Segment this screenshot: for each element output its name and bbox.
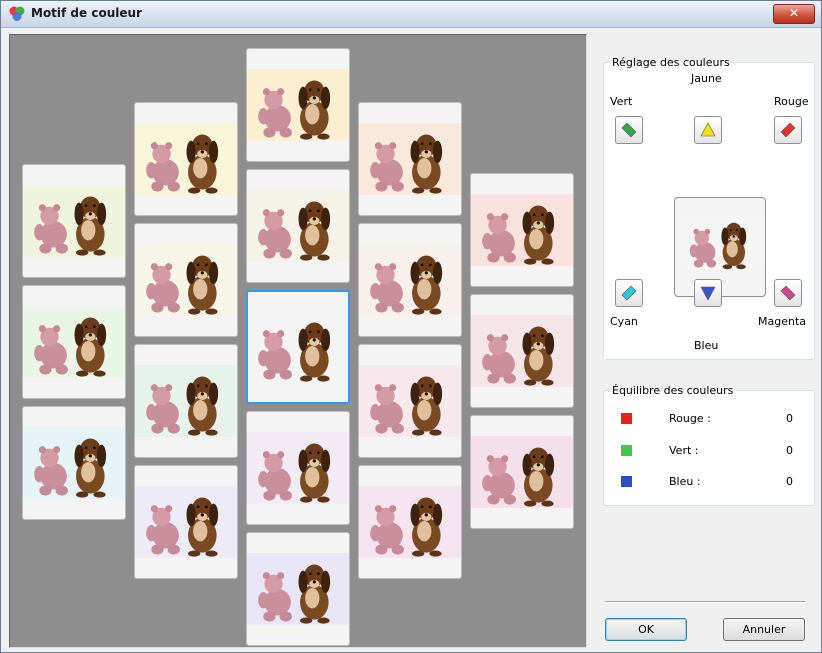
- green-tone-icon: [621, 122, 637, 138]
- pattern-thumbnail[interactable]: [134, 465, 238, 579]
- add-green-button[interactable]: [615, 116, 643, 144]
- pattern-thumbnail[interactable]: [470, 294, 574, 408]
- cyan-tone-icon: [621, 285, 637, 301]
- pattern-thumbnail[interactable]: [470, 415, 574, 529]
- label-magenta: Magenta: [758, 315, 807, 328]
- pattern-photo: [471, 436, 573, 508]
- pattern-photo: [23, 306, 125, 378]
- pattern-thumbnail[interactable]: [358, 344, 462, 458]
- pattern-thumbnail[interactable]: [358, 465, 462, 579]
- pattern-photo: [247, 553, 349, 625]
- balance-value-green: 0: [786, 444, 793, 457]
- pattern-thumbnail[interactable]: [246, 532, 350, 646]
- pattern-thumbnail[interactable]: [22, 406, 126, 520]
- color-adjust-legend: Réglage des couleurs: [612, 56, 730, 69]
- label-blue: Bleu: [694, 339, 719, 352]
- red-swatch: [621, 413, 632, 424]
- pattern-photo: [135, 123, 237, 195]
- pattern-photo: [247, 432, 349, 504]
- blue-tone-icon: [700, 286, 716, 301]
- pattern-grid: [9, 34, 587, 648]
- close-button[interactable]: ✕: [773, 4, 815, 24]
- balance-label-red: Rouge :: [669, 412, 711, 425]
- magenta-tone-icon: [780, 285, 796, 301]
- label-red: Rouge: [774, 95, 809, 108]
- pattern-photo: [359, 365, 461, 437]
- pattern-thumbnail[interactable]: [22, 164, 126, 278]
- pattern-photo: [23, 427, 125, 499]
- pattern-thumbnail[interactable]: [134, 344, 238, 458]
- button-separator: [605, 601, 805, 603]
- pattern-photo: [135, 486, 237, 558]
- pattern-photo: [247, 69, 349, 141]
- pattern-thumbnail[interactable]: [246, 169, 350, 283]
- pattern-thumbnail[interactable]: [134, 223, 238, 337]
- cancel-button[interactable]: Annuler: [723, 618, 805, 641]
- pattern-thumbnail[interactable]: [134, 102, 238, 216]
- label-cyan: Cyan: [610, 315, 638, 328]
- title-bar: Motif de couleur ✕: [1, 1, 821, 28]
- color-adjust-group: Réglage des couleurs Jaune Vert Rouge Cy…: [603, 56, 815, 360]
- red-tone-icon: [780, 122, 796, 138]
- pattern-photo: [359, 123, 461, 195]
- balance-label-green: Vert :: [669, 444, 699, 457]
- color-pattern-dialog: Motif de couleur ✕ Réglage des couleurs …: [0, 0, 822, 653]
- close-icon: ✕: [788, 6, 800, 20]
- add-red-button[interactable]: [774, 116, 802, 144]
- pattern-photo: [471, 194, 573, 266]
- pattern-thumbnail[interactable]: [470, 173, 574, 287]
- label-green: Vert: [610, 95, 633, 108]
- pattern-photo: [359, 486, 461, 558]
- ok-button[interactable]: OK: [605, 618, 687, 641]
- pattern-thumbnail[interactable]: [22, 285, 126, 399]
- color-balance-legend: Équilibre des couleurs: [612, 384, 734, 397]
- balance-label-blue: Bleu :: [669, 475, 701, 488]
- pattern-thumbnail[interactable]: [246, 48, 350, 162]
- pattern-photo: [247, 190, 349, 262]
- add-magenta-button[interactable]: [774, 279, 802, 307]
- settings-panel: Réglage des couleurs Jaune Vert Rouge Cy…: [593, 34, 815, 646]
- pattern-photo: [359, 244, 461, 316]
- add-yellow-button[interactable]: [694, 116, 722, 144]
- pattern-thumbnail[interactable]: [246, 290, 350, 404]
- pattern-photo: [471, 315, 573, 387]
- label-yellow: Jaune: [691, 72, 722, 85]
- add-cyan-button[interactable]: [615, 279, 643, 307]
- pattern-photo: [248, 311, 348, 383]
- green-swatch: [621, 445, 632, 456]
- add-blue-button[interactable]: [694, 279, 722, 307]
- pattern-thumbnail[interactable]: [246, 411, 350, 525]
- blue-swatch: [621, 476, 632, 487]
- balance-value-red: 0: [786, 412, 793, 425]
- pattern-photo: [135, 365, 237, 437]
- color-balance-group: Équilibre des couleurs Rouge : 0 Vert : …: [603, 384, 815, 506]
- balance-value-blue: 0: [786, 475, 793, 488]
- yellow-tone-icon: [700, 122, 716, 137]
- preview-photo: [681, 214, 761, 270]
- window-title: Motif de couleur: [31, 6, 142, 20]
- palette-app-icon: [9, 6, 25, 21]
- pattern-photo: [135, 244, 237, 316]
- pattern-thumbnail[interactable]: [358, 223, 462, 337]
- pattern-thumbnail[interactable]: [358, 102, 462, 216]
- pattern-photo: [23, 185, 125, 257]
